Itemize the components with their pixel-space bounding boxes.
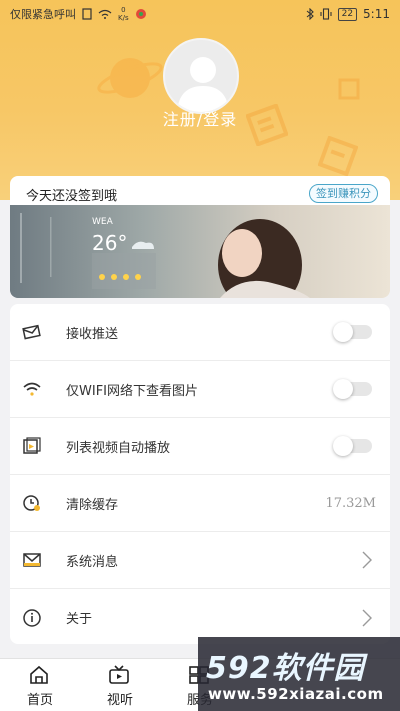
tab-home[interactable]: 首页 [0, 659, 80, 711]
carrier-text: 仅限紧急呼叫 [10, 8, 76, 21]
net-speed-value: 0 [121, 6, 126, 14]
toggle-knob [333, 322, 353, 342]
newspaper-decoration-icon [318, 136, 358, 176]
toggle-knob [333, 379, 353, 399]
app-notification-icon [135, 9, 146, 19]
signin-button[interactable]: 签到赚积分 [309, 184, 378, 203]
signin-card: 今天还没签到哦 签到赚积分 26° WEA [10, 176, 390, 298]
banner-illustration [10, 205, 390, 298]
setting-label: 系统消息 [66, 554, 119, 570]
banner-temperature: 26° [92, 231, 128, 255]
setting-row-push[interactable]: 接收推送 [10, 304, 390, 361]
setting-row-wifi-images[interactable]: 仅WIFI网络下查看图片 [10, 361, 390, 418]
wifi-icon [23, 382, 41, 396]
signin-banner-image[interactable]: 26° WEA [10, 205, 390, 298]
setting-row-clear-cache[interactable]: 清除缓存 17.32M [10, 475, 390, 532]
setting-row-autoplay[interactable]: 列表视频自动播放 [10, 418, 390, 475]
tv-icon [109, 665, 129, 684]
chevron-right-icon [362, 609, 372, 626]
bluetooth-icon [306, 8, 314, 20]
watermark-url: www.592xiazai.com [208, 685, 384, 703]
info-icon [23, 608, 41, 627]
login-register-link[interactable]: 注册/登录 [0, 106, 400, 130]
clock-text: 5:11 [363, 7, 390, 21]
setting-label: 关于 [66, 612, 93, 627]
toggle-knob [333, 436, 353, 456]
chevron-right-icon [362, 551, 372, 569]
vibrate-icon [320, 8, 332, 20]
setting-row-system-messages[interactable]: 系统消息 [10, 532, 390, 589]
setting-label: 清除缓存 [66, 497, 119, 513]
net-speed-unit: K/s [118, 14, 129, 22]
planet-decoration-icon [97, 58, 163, 98]
signin-prompt: 今天还没签到哦 [26, 189, 118, 204]
push-toggle[interactable] [333, 322, 372, 342]
settings-list: 接收推送 仅WIFI网络下查看图片 列表视频自动播放 清除缓存 17.32M 系… [10, 304, 390, 644]
setting-label: 仅WIFI网络下查看图片 [66, 383, 198, 399]
avatar[interactable] [163, 38, 239, 114]
clock-icon [23, 495, 40, 511]
tab-label: 首页 [26, 693, 53, 708]
battery-indicator: 22 [337, 7, 358, 21]
tab-av[interactable]: 视听 [80, 659, 160, 711]
cache-size: 17.32M [325, 495, 376, 511]
sim-icon [82, 8, 92, 20]
setting-label: 接收推送 [66, 326, 119, 342]
wifi-images-toggle[interactable] [333, 379, 372, 399]
setting-label: 列表视频自动播放 [66, 440, 171, 456]
status-bar: 仅限紧急呼叫 0 K/s 22 5:11 [0, 0, 400, 28]
envelope-icon [23, 553, 41, 567]
autoplay-toggle[interactable] [333, 436, 372, 456]
wifi-status-icon [98, 9, 112, 19]
newspaper-decoration-icon [338, 78, 360, 100]
watermark-logo-text: 592软件园 [206, 651, 365, 686]
mail-icon [22, 324, 41, 340]
site-watermark: 592软件园 www.592xiazai.com [198, 637, 400, 711]
home-icon [30, 665, 48, 684]
video-icon [23, 437, 41, 454]
banner-weather-label: WEA [92, 217, 113, 227]
tab-label: 视听 [106, 693, 133, 708]
